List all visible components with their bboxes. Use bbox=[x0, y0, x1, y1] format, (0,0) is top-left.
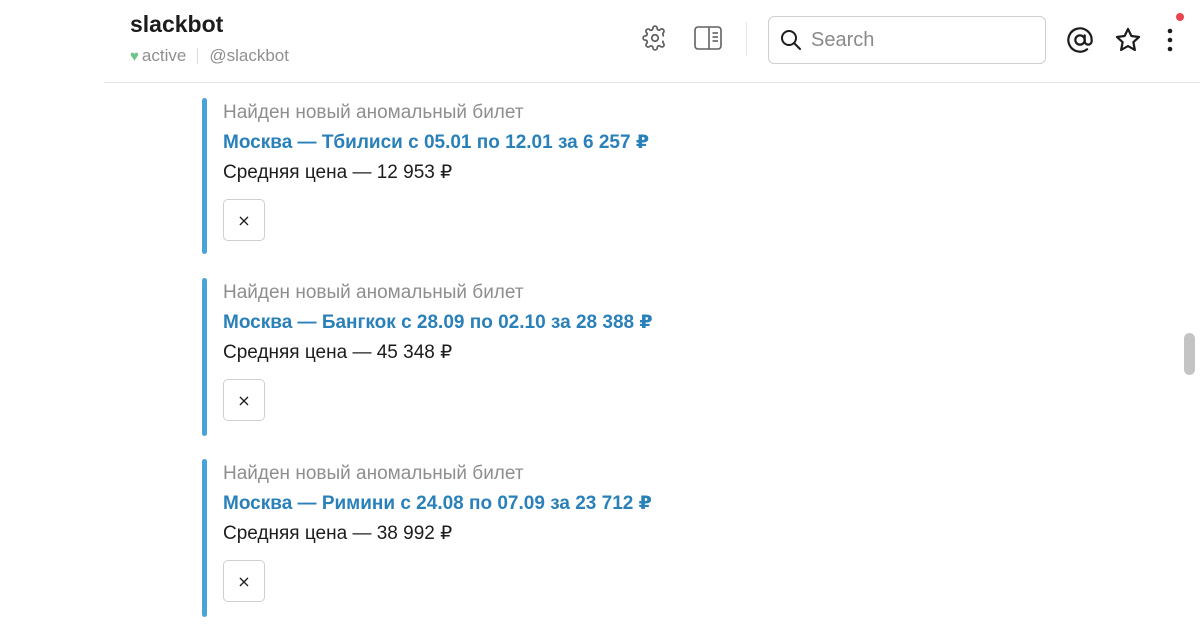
attachment-pretext: Найден новый аномальный билет bbox=[223, 463, 524, 484]
attachment-text: Средняя цена — 45 348 ₽ bbox=[223, 342, 453, 363]
attachment-text: Средняя цена — 12 953 ₽ bbox=[223, 162, 453, 183]
user-handle: @slackbot bbox=[209, 46, 289, 65]
attachment-pretext: Найден новый аномальный билет bbox=[223, 282, 524, 303]
search-icon bbox=[779, 28, 803, 52]
dismiss-button[interactable]: × bbox=[223, 199, 265, 241]
attachment-title-link[interactable]: Москва — Тбилиси с 05.01 по 12.01 за 6 2… bbox=[223, 128, 902, 158]
dismiss-button[interactable]: × bbox=[223, 560, 265, 602]
settings-button[interactable] bbox=[639, 22, 671, 54]
attachment-title-link[interactable]: Москва — Римини с 24.08 по 07.09 за 23 7… bbox=[223, 489, 902, 519]
header-separator bbox=[746, 22, 747, 56]
attachment-color-bar bbox=[202, 98, 207, 254]
dismiss-button[interactable]: × bbox=[223, 379, 265, 421]
scrollbar-thumb[interactable] bbox=[1184, 333, 1195, 375]
search-input[interactable] bbox=[811, 28, 1021, 52]
message-list: Найден новый аномальный билет Москва — Т… bbox=[104, 84, 1184, 627]
notification-dot bbox=[1176, 13, 1184, 21]
more-button[interactable] bbox=[1156, 22, 1184, 58]
starred-button[interactable] bbox=[1110, 22, 1146, 58]
message-attachment: Найден новый аномальный билет Москва — Т… bbox=[202, 98, 902, 254]
sidebar-toggle-icon bbox=[694, 26, 722, 50]
search-box[interactable] bbox=[768, 16, 1046, 64]
channel-title[interactable]: slackbot bbox=[130, 11, 223, 38]
attachment-title-link[interactable]: Москва — Бангкок с 28.09 по 02.10 за 28 … bbox=[223, 308, 902, 338]
attachment-color-bar bbox=[202, 459, 207, 617]
attachment-color-bar bbox=[202, 278, 207, 436]
details-pane-button[interactable] bbox=[692, 22, 724, 54]
more-vertical-icon bbox=[1167, 28, 1173, 52]
message-attachment: Найден новый аномальный билет Москва — Б… bbox=[202, 278, 902, 436]
star-icon bbox=[1115, 27, 1141, 52]
heart-icon: ♥ bbox=[130, 47, 139, 65]
mentions-button[interactable] bbox=[1062, 22, 1098, 58]
attachment-text: Средняя цена — 38 992 ₽ bbox=[223, 523, 453, 544]
gear-icon bbox=[642, 25, 665, 51]
channel-header: slackbot ♥ active @slackbot bbox=[104, 0, 1200, 83]
meta-divider bbox=[197, 48, 199, 64]
channel-meta: ♥ active @slackbot bbox=[130, 46, 289, 66]
attachment-pretext: Найден новый аномальный билет bbox=[223, 102, 524, 123]
presence-status: active bbox=[141, 46, 187, 65]
at-sign-icon bbox=[1067, 27, 1093, 53]
message-attachment: Найден новый аномальный билет Москва — Р… bbox=[202, 459, 902, 617]
